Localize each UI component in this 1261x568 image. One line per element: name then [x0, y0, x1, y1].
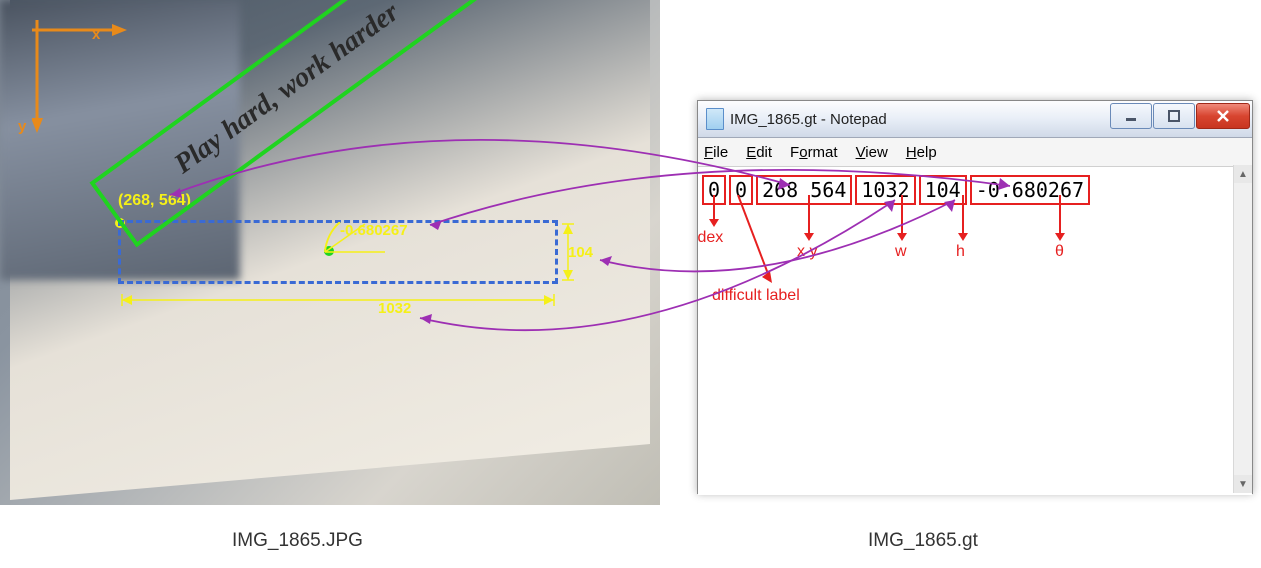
menu-help[interactable]: Help [906, 144, 937, 161]
label-xy: x y [797, 243, 817, 261]
close-button[interactable] [1196, 103, 1250, 129]
menubar: File Edit Format View Help [698, 138, 1252, 167]
arrow-difficult [730, 195, 780, 289]
menu-edit[interactable]: Edit [746, 144, 772, 161]
window-title: IMG_1865.gt - Notepad [730, 111, 887, 128]
minimize-button[interactable] [1110, 103, 1152, 129]
notepad-content[interactable]: 00268 5641032104-0.680267 index difficul… [698, 167, 1252, 495]
menu-file[interactable]: File [704, 144, 728, 161]
label-h: h [956, 243, 965, 261]
maximize-button[interactable] [1153, 103, 1195, 129]
arrow-h [954, 195, 972, 245]
label-index: index [698, 229, 723, 247]
scroll-down-arrow[interactable]: ▼ [1234, 475, 1252, 493]
y-axis-label: y [18, 118, 26, 135]
y-axis-arrow [32, 20, 62, 140]
x-axis-label: x [92, 26, 100, 43]
arrow-index [705, 195, 723, 231]
menu-view[interactable]: View [856, 144, 888, 161]
vertical-scrollbar[interactable]: ▲ ▼ [1233, 165, 1252, 493]
label-theta: θ [1055, 243, 1064, 261]
angle-value-label: -0.680267 [340, 222, 408, 239]
arrow-w [893, 195, 911, 245]
field-theta: -0.680267 [970, 175, 1090, 205]
menu-format[interactable]: Format [790, 144, 838, 161]
arrow-xy [800, 195, 818, 245]
notepad-icon [706, 108, 724, 130]
label-w: w [895, 243, 907, 261]
right-caption: IMG_1865.gt [868, 530, 978, 552]
left-caption: IMG_1865.JPG [232, 530, 363, 552]
titlebar[interactable]: IMG_1865.gt - Notepad [698, 101, 1252, 138]
notepad-window: IMG_1865.gt - Notepad File Edit Format V… [697, 100, 1253, 494]
width-value-label: 1032 [378, 300, 411, 317]
annotated-image-panel: x y (268, 564) Play hard, work harder -0… [0, 0, 660, 505]
label-difficult: difficult label [712, 287, 800, 305]
height-value-label: 104 [568, 244, 593, 261]
arrow-theta [1051, 195, 1069, 245]
scroll-up-arrow[interactable]: ▲ [1234, 165, 1252, 183]
width-dimension [118, 292, 558, 312]
